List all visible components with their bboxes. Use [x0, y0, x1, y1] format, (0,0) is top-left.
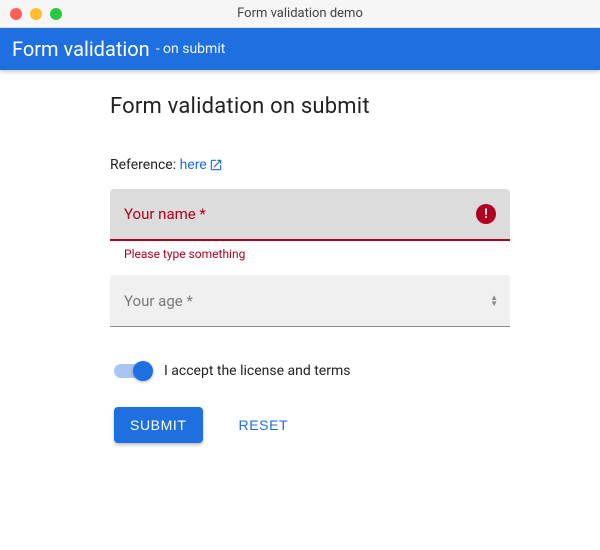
appbar-subtitle: - on submit [156, 41, 226, 57]
reference-link-text: here [180, 157, 207, 173]
name-error-message: Please type something [110, 241, 510, 261]
app-bar: Form validation - on submit [0, 28, 600, 70]
window-titlebar: Form validation demo [0, 0, 600, 28]
window-title: Form validation demo [0, 6, 600, 21]
terms-switch[interactable] [114, 364, 150, 378]
switch-thumb [133, 361, 153, 381]
error-icon: ! [476, 204, 496, 224]
reference-link[interactable]: here [180, 157, 223, 173]
terms-row: I accept the license and terms [110, 363, 584, 379]
terms-label: I accept the license and terms [164, 363, 350, 379]
button-row: Submit Reset [110, 407, 584, 443]
reference-label: Reference: [110, 157, 180, 173]
main-content: Form validation on submit Reference: her… [0, 70, 600, 443]
reset-button[interactable]: Reset [223, 407, 305, 443]
submit-button[interactable]: Submit [114, 407, 203, 443]
number-spinner-icon[interactable]: ▲▼ [490, 295, 498, 307]
reference-line: Reference: here [110, 157, 584, 173]
external-link-icon [209, 158, 223, 172]
page-heading: Form validation on submit [110, 94, 584, 119]
name-placeholder: Your name * [124, 205, 206, 223]
age-field[interactable]: Your age * ▲▼ [110, 275, 510, 327]
appbar-title: Form validation [12, 37, 150, 61]
name-field[interactable]: Your name * ! [110, 189, 510, 241]
age-placeholder: Your age * [124, 292, 193, 310]
